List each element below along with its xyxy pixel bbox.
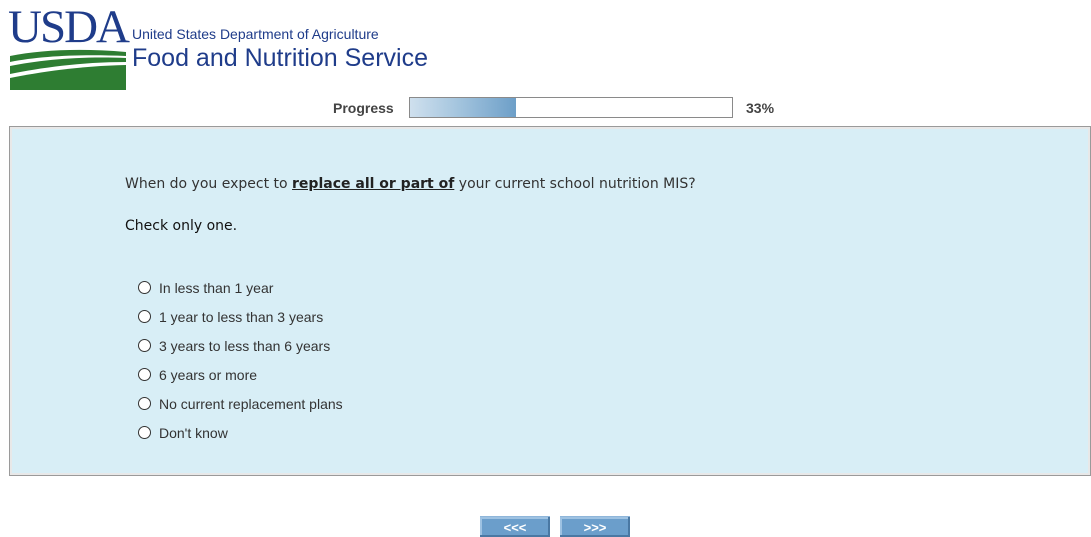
radio-button[interactable]	[138, 310, 151, 323]
answer-options: In less than 1 year 1 year to less than …	[138, 273, 343, 447]
question-instruction: Check only one.	[125, 218, 238, 234]
question-emphasis: replace all or part of	[292, 176, 455, 192]
answer-option-label: No current replacement plans	[159, 395, 343, 412]
answer-option-label: Don't know	[159, 424, 228, 441]
radio-button[interactable]	[138, 397, 151, 410]
question-panel: When do you expect to replace all or par…	[9, 126, 1091, 476]
radio-button[interactable]	[138, 426, 151, 439]
progress-bar-fill	[410, 98, 517, 117]
progress-label: Progress	[333, 100, 394, 116]
usda-logo-text: USDA	[8, 1, 130, 53]
question-text-before: When do you expect to	[125, 176, 293, 192]
answer-option[interactable]: 3 years to less than 6 years	[138, 331, 343, 360]
progress-section: Progress 33%	[0, 97, 1091, 119]
usda-logo: USDA	[8, 4, 130, 90]
survey-page: USDA United States Department of Agricul…	[0, 0, 1091, 537]
usda-header: USDA United States Department of Agricul…	[8, 4, 438, 90]
answer-option[interactable]: Don't know	[138, 418, 343, 447]
question-text-after: your current school nutrition MIS?	[454, 176, 696, 192]
question-text: When do you expect to replace all or par…	[125, 176, 696, 192]
radio-button[interactable]	[138, 281, 151, 294]
answer-option[interactable]: No current replacement plans	[138, 389, 343, 418]
answer-option[interactable]: In less than 1 year	[138, 273, 343, 302]
answer-option[interactable]: 1 year to less than 3 years	[138, 302, 343, 331]
progress-percent: 33%	[746, 100, 775, 116]
next-button[interactable]: >>>	[560, 516, 630, 537]
answer-option-label: 3 years to less than 6 years	[159, 337, 331, 354]
answer-option-label: In less than 1 year	[159, 279, 274, 296]
progress-bar	[409, 97, 733, 118]
field-hills-icon	[10, 49, 126, 90]
agency-name: Food and Nutrition Service	[132, 44, 428, 72]
answer-option-label: 6 years or more	[159, 366, 258, 383]
previous-button[interactable]: <<<	[480, 516, 550, 537]
answer-option-label: 1 year to less than 3 years	[159, 308, 324, 325]
department-name: United States Department of Agriculture	[132, 26, 379, 42]
answer-option[interactable]: 6 years or more	[138, 360, 343, 389]
radio-button[interactable]	[138, 339, 151, 352]
radio-button[interactable]	[138, 368, 151, 381]
